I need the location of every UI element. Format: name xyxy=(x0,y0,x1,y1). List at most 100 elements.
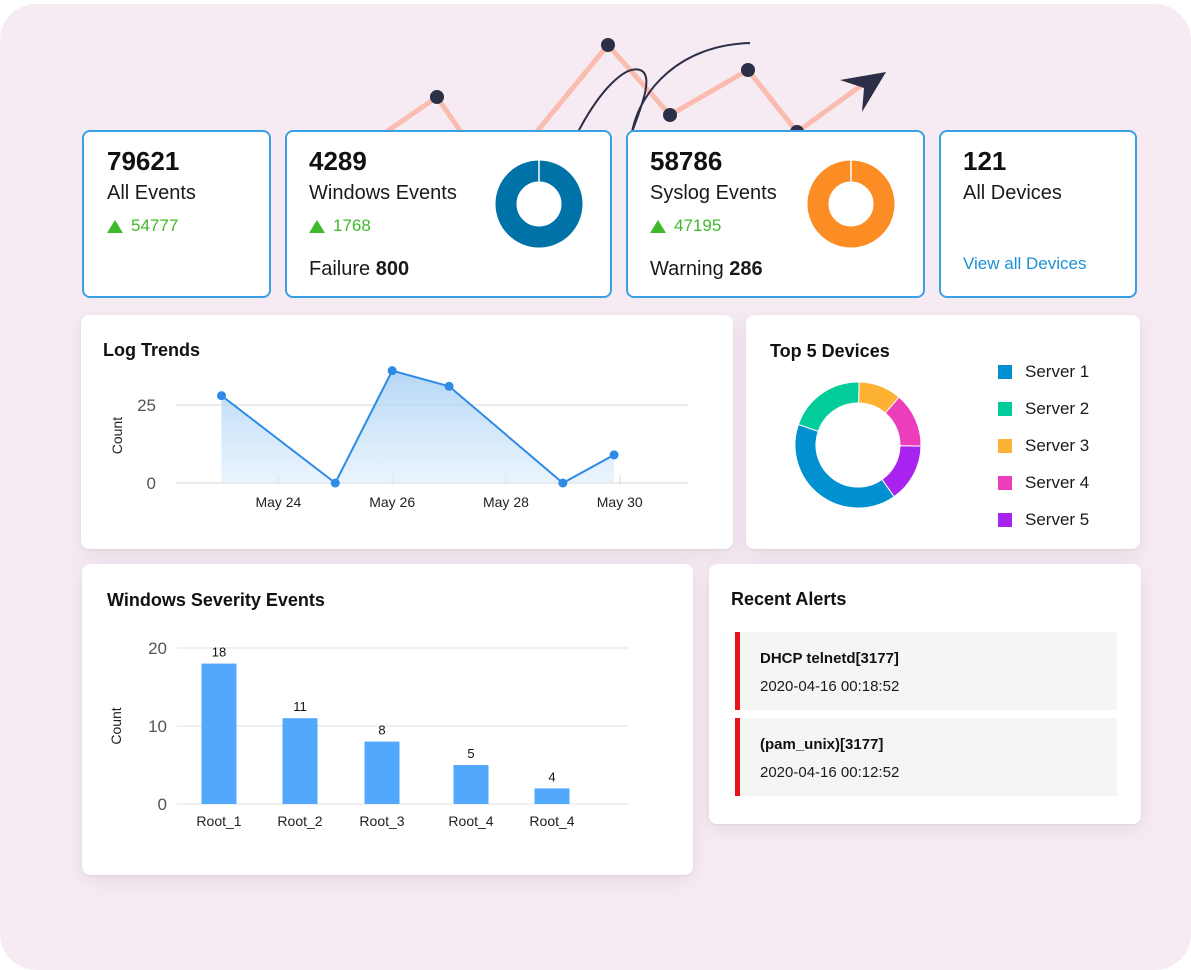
legend-label: Server 2 xyxy=(1025,398,1090,418)
legend-swatch xyxy=(998,475,1012,490)
top-devices-donut xyxy=(794,381,922,509)
decorative-squiggle xyxy=(577,42,751,133)
data-point xyxy=(387,366,397,376)
x-tick-label: May 28 xyxy=(483,494,529,510)
log-trends-panel: Log Trends 0 25 May 24 May 26 May 28 May 30 Co… xyxy=(81,315,733,549)
donut-slice-server-2 xyxy=(797,381,860,432)
legend-swatch xyxy=(998,438,1012,453)
bar-data-label: 11 xyxy=(293,699,307,714)
recent-alerts-panel: Recent Alerts DHCP telnetd[3177] 2020-04… xyxy=(709,564,1141,824)
x-tick-label: May 30 xyxy=(597,494,643,510)
legend-label: Server 3 xyxy=(1025,435,1090,455)
legend-item[interactable]: Server 2 xyxy=(998,390,1089,427)
bar xyxy=(201,663,237,804)
legend-item[interactable]: Server 5 xyxy=(998,501,1089,538)
bar-data-label: 4 xyxy=(548,769,555,784)
x-tick-label: Root_1 xyxy=(196,813,241,829)
windows-events-label: Windows Events xyxy=(309,182,457,204)
stat-card-syslog-events[interactable]: 58786 Syslog Events 47195 Warning 286 xyxy=(626,130,925,298)
syslog-events-count: 58786 xyxy=(650,146,723,176)
failure-label: Failure xyxy=(309,258,371,280)
bar xyxy=(364,741,400,804)
decorative-dot xyxy=(663,108,677,122)
legend-label: Server 5 xyxy=(1025,509,1090,529)
decorative-dot xyxy=(741,63,755,77)
x-tick-label: Root_4 xyxy=(529,813,574,829)
data-point xyxy=(558,478,568,488)
legend-label: Server 4 xyxy=(1025,472,1090,492)
syslog-events-label: Syslog Events xyxy=(650,182,777,204)
bar xyxy=(534,788,570,804)
arrow-head-icon xyxy=(840,72,886,112)
syslog-events-delta: 47195 xyxy=(650,216,721,236)
stat-card-all-events[interactable]: 79621 All Events 54777 xyxy=(82,130,271,298)
view-all-devices-link[interactable]: View all Devices xyxy=(963,254,1086,274)
legend-item[interactable]: Server 3 xyxy=(998,427,1089,464)
trend-up-icon xyxy=(650,219,666,233)
donut-slice-server-1 xyxy=(794,423,895,509)
decorative-dot xyxy=(430,90,444,104)
syslog-warning-summary: Warning 286 xyxy=(650,258,763,281)
bar-data-label: 18 xyxy=(212,645,226,660)
alert-item[interactable]: DHCP telnetd[3177] 2020-04-16 00:18:52 xyxy=(735,632,1117,710)
legend-label: Server 1 xyxy=(1025,361,1090,381)
decorative-dot xyxy=(601,38,615,52)
severity-panel: Windows Severity Events 0 10 20 Count 18 Root… xyxy=(82,564,693,875)
legend-swatch xyxy=(998,401,1012,416)
y-tick-label: 25 xyxy=(137,396,156,415)
data-point xyxy=(609,450,619,460)
x-tick-label: Root_4 xyxy=(448,813,493,829)
alert-time: 2020-04-16 00:12:52 xyxy=(760,764,900,781)
y-axis-label: Count xyxy=(109,417,125,454)
syslog-events-donut xyxy=(807,160,895,248)
bar xyxy=(282,718,318,804)
warning-label: Warning xyxy=(650,258,724,280)
alert-name: DHCP telnetd[3177] xyxy=(760,650,899,667)
x-tick-label: Root_3 xyxy=(359,813,404,829)
data-point xyxy=(330,478,340,488)
all-events-delta: 54777 xyxy=(107,216,178,236)
alert-name: (pam_unix)[3177] xyxy=(760,736,884,753)
all-devices-count: 121 xyxy=(963,146,1007,176)
syslog-events-delta-value: 47195 xyxy=(674,216,722,235)
y-tick-label: 10 xyxy=(148,717,167,736)
y-axis-label: Count xyxy=(108,707,124,744)
windows-events-delta-value: 1768 xyxy=(333,216,371,235)
trend-up-icon xyxy=(107,219,123,233)
alert-item[interactable]: (pam_unix)[3177] 2020-04-16 00:12:52 xyxy=(735,718,1117,796)
all-events-label: All Events xyxy=(107,182,196,204)
windows-events-donut xyxy=(495,160,583,248)
stat-card-all-devices[interactable]: 121 All Devices View all Devices xyxy=(939,130,1137,298)
windows-events-delta: 1768 xyxy=(309,216,371,236)
failure-value: 800 xyxy=(375,258,410,280)
top-devices-legend: Server 1 Server 2 Server 3 Server 4 Server 5 xyxy=(998,353,1089,538)
all-events-count: 79621 xyxy=(107,146,180,176)
warning-value: 286 xyxy=(729,258,763,280)
y-tick-label: 0 xyxy=(158,795,167,814)
bar-data-label: 8 xyxy=(378,723,385,738)
top-devices-panel: Top 5 Devices Server 1 Server 2 Server 3 Se… xyxy=(746,315,1140,549)
x-tick-label: May 26 xyxy=(369,494,415,510)
stat-card-windows-events[interactable]: 4289 Windows Events 1768 Failure 800 xyxy=(285,130,612,298)
data-point xyxy=(217,391,227,401)
legend-item[interactable]: Server 1 xyxy=(998,353,1089,390)
alert-time: 2020-04-16 00:18:52 xyxy=(760,678,900,695)
legend-item[interactable]: Server 4 xyxy=(998,464,1089,501)
recent-alerts-title: Recent Alerts xyxy=(731,589,847,609)
legend-swatch xyxy=(998,512,1012,527)
all-devices-label: All Devices xyxy=(963,182,1062,204)
trend-up-icon xyxy=(309,219,325,233)
windows-events-count: 4289 xyxy=(309,146,367,176)
bar-data-label: 5 xyxy=(467,746,474,761)
severity-bar-chart: 0 10 20 Count 18 Root_1 11 Root_2 8 Root_3 5 Root_4… xyxy=(108,639,629,829)
x-tick-label: Root_2 xyxy=(277,813,322,829)
windows-failure-summary: Failure 800 xyxy=(309,258,409,281)
bar xyxy=(453,765,489,804)
x-tick-label: May 24 xyxy=(255,494,301,510)
data-point xyxy=(444,381,454,391)
y-tick-label: 0 xyxy=(147,474,156,493)
all-events-delta-value: 54777 xyxy=(131,216,179,235)
y-tick-label: 20 xyxy=(148,639,167,658)
log-trends-chart: 0 25 May 24 May 26 May 28 May 30 Count xyxy=(109,366,688,510)
decorative-trend-illustration xyxy=(370,38,886,140)
